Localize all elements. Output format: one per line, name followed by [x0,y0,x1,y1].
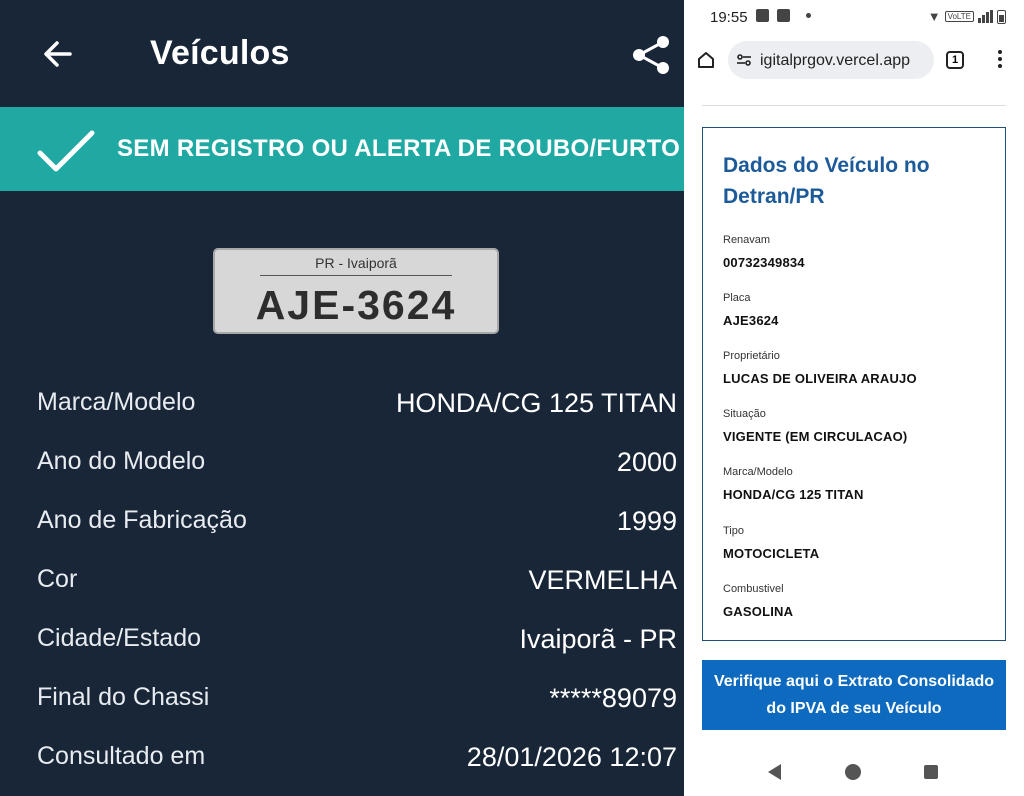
info-label: Final do Chassi [37,683,210,711]
data-field: Combustivel GASOLINA [723,583,993,619]
info-label: Cor [37,565,78,593]
field-value: MOTOCICLETA [723,546,820,561]
shopping-bag-icon [777,9,790,22]
field-label: Marca/Modelo [723,466,793,478]
banner-text: SEM REGISTRO OU ALERTA DE ROUBO/FURTO [117,135,681,162]
info-value: VERMELHA [528,565,677,595]
ipva-statement-button[interactable]: Verifique aqui o Extrato Consolidado do … [702,660,1006,730]
field-value: GASOLINA [723,604,794,619]
plate-region: PR - Ivaiporã [315,255,397,271]
license-plate: PR - Ivaiporã AJE-3624 [213,248,499,334]
data-field: Situação VIGENTE (EM CIRCULACAO) [723,408,993,444]
check-icon [36,127,96,177]
field-label: Situação [723,408,766,420]
info-row: Cor VERMELHA [37,557,677,597]
status-bar: 19:55 ▼ VoLTE [684,0,1024,34]
plate-number: AJE-3624 [255,282,457,328]
field-label: Renavam [723,234,771,246]
more-menu-icon[interactable] [996,50,1004,70]
volte-icon: VoLTE [944,11,974,22]
page-title: Veículos [150,34,290,72]
info-label: Consultado em [37,742,206,770]
info-label: Ano do Modelo [37,447,206,475]
vehicle-app-screen: Veículos SEM REGISTRO OU ALERTA DE ROUBO… [0,0,684,796]
field-value: 00732349834 [723,255,805,270]
info-row: Consultado em 28/01/2026 12:07 [37,734,677,774]
info-row: Ano do Modelo 2000 [37,439,677,479]
data-field: Proprietário LUCAS DE OLIVEIRA ARAUJO [723,350,993,386]
address-bar[interactable]: igitalprgov.vercel.app [728,41,934,79]
data-field: Placa AJE3624 [723,292,993,328]
data-field: Marca/Modelo HONDA/CG 125 TITAN [723,466,993,502]
browser-screen: 19:55 ▼ VoLTE igitalprgov.vercel.app 1 D… [684,0,1024,796]
android-nav-bar [684,750,1024,796]
status-time: 19:55 [710,9,748,26]
battery-icon [997,9,1006,24]
field-label: Placa [723,292,751,304]
info-label: Marca/Modelo [37,388,196,416]
info-value: 2000 [616,447,677,477]
share-button[interactable] [630,34,672,76]
nav-recents-icon[interactable] [924,765,938,779]
signal-icon [978,10,993,23]
notification-dot-icon [806,13,811,18]
field-label: Tipo [723,525,744,537]
info-row: Marca/Modelo HONDA/CG 125 TITAN [37,380,677,420]
info-value: HONDA/CG 125 TITAN [395,388,677,418]
info-value: 1999 [616,506,677,536]
data-field: Renavam 00732349834 [723,234,993,270]
field-value: LUCAS DE OLIVEIRA ARAUJO [723,371,917,386]
field-value: AJE3624 [723,313,779,328]
nav-back-icon[interactable] [768,764,781,780]
arrow-left-icon [44,41,72,67]
info-value: *****89079 [549,683,677,713]
url-text: igitalprgov.vercel.app [760,52,911,69]
info-label: Cidade/Estado [37,624,202,652]
browser-toolbar: igitalprgov.vercel.app 1 [684,38,1024,82]
vehicle-data-card: Dados do Veículo no Detran/PR Renavam 00… [702,127,1006,641]
site-settings-icon[interactable] [736,52,752,68]
info-label: Ano de Fabricação [37,506,247,534]
info-row: Ano de Fabricação 1999 [37,498,677,538]
share-icon [633,36,669,74]
wifi-icon: ▼ [927,9,941,24]
field-label: Combustivel [723,583,784,595]
info-value: 28/01/2026 12:07 [466,742,677,772]
field-value: HONDA/CG 125 TITAN [723,487,864,502]
message-icon [756,9,769,22]
info-value: Ivaiporã - PR [519,624,677,654]
card-title: Dados do Veículo no Detran/PR [723,154,930,208]
field-label: Proprietário [723,350,780,362]
theft-status-banner: SEM REGISTRO OU ALERTA DE ROUBO/FURTO [0,107,684,191]
tabs-count-button[interactable]: 1 [946,51,964,69]
data-field: Tipo MOTOCICLETA [723,525,993,561]
nav-home-icon[interactable] [845,764,861,780]
info-row: Final do Chassi *****89079 [37,675,677,715]
field-value: VIGENTE (EM CIRCULACAO) [723,429,908,444]
home-icon[interactable] [696,50,716,70]
plate-divider [260,275,452,276]
back-button[interactable] [38,34,78,74]
info-row: Cidade/Estado Ivaiporã - PR [37,616,677,656]
divider [702,105,1006,106]
